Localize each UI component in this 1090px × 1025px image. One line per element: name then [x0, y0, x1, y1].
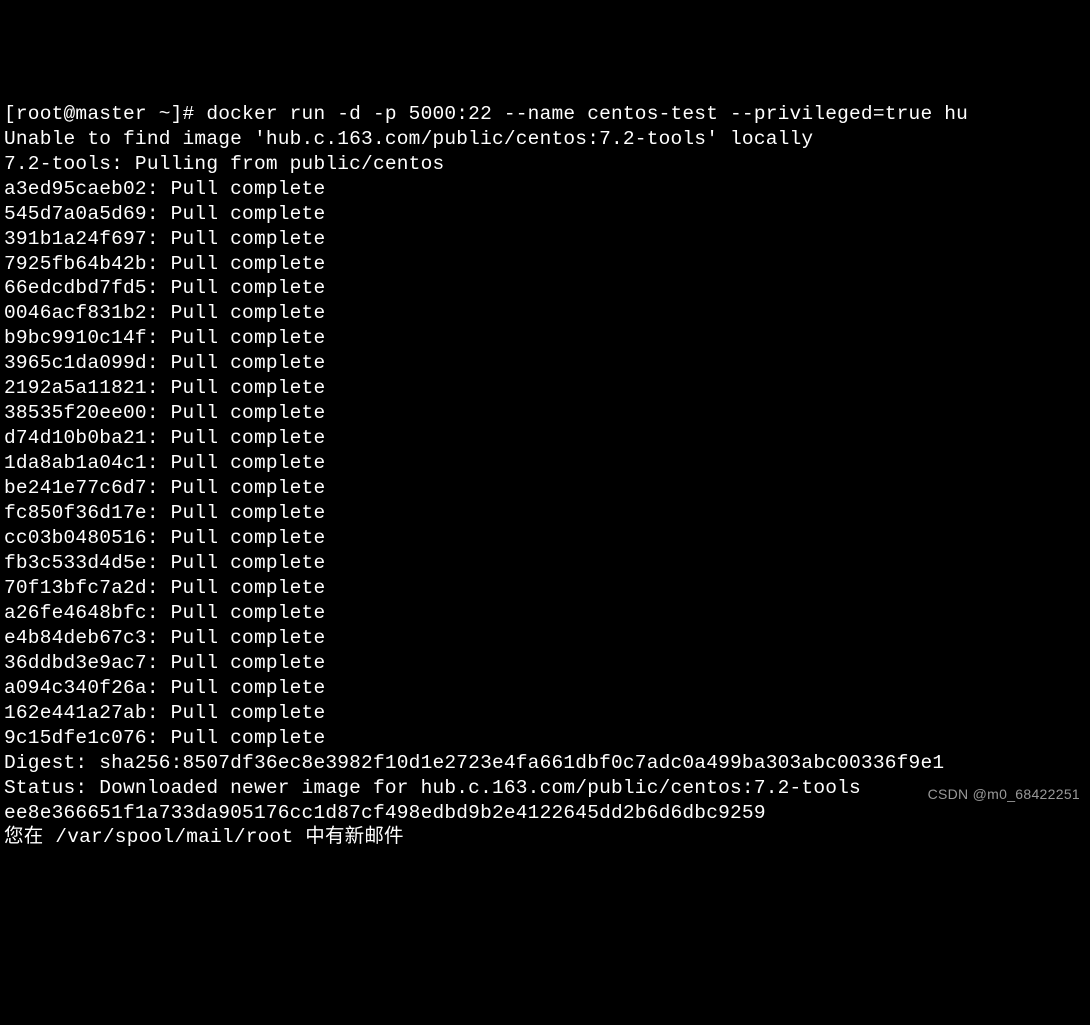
terminal-line: be241e77c6d7: Pull complete — [4, 476, 1086, 501]
terminal-line: 3965c1da099d: Pull complete — [4, 351, 1086, 376]
terminal-line: 162e441a27ab: Pull complete — [4, 701, 1086, 726]
terminal-output[interactable]: [root@master ~]# docker run -d -p 5000:2… — [4, 102, 1086, 851]
terminal-line: ee8e366651f1a733da905176cc1d87cf498edbd9… — [4, 801, 1086, 826]
terminal-line: fb3c533d4d5e: Pull complete — [4, 551, 1086, 576]
terminal-line: 2192a5a11821: Pull complete — [4, 376, 1086, 401]
terminal-line: 70f13bfc7a2d: Pull complete — [4, 576, 1086, 601]
terminal-line: Status: Downloaded newer image for hub.c… — [4, 776, 1086, 801]
terminal-line: b9bc9910c14f: Pull complete — [4, 326, 1086, 351]
terminal-line: d74d10b0ba21: Pull complete — [4, 426, 1086, 451]
terminal-line: 391b1a24f697: Pull complete — [4, 227, 1086, 252]
watermark-text: CSDN @m0_68422251 — [928, 786, 1080, 804]
terminal-line: 545d7a0a5d69: Pull complete — [4, 202, 1086, 227]
terminal-line: Unable to find image 'hub.c.163.com/publ… — [4, 127, 1086, 152]
terminal-line: 9c15dfe1c076: Pull complete — [4, 726, 1086, 751]
terminal-line: 0046acf831b2: Pull complete — [4, 301, 1086, 326]
terminal-line: 36ddbd3e9ac7: Pull complete — [4, 651, 1086, 676]
terminal-line: a26fe4648bfc: Pull complete — [4, 601, 1086, 626]
terminal-line: 7.2-tools: Pulling from public/centos — [4, 152, 1086, 177]
terminal-line: 1da8ab1a04c1: Pull complete — [4, 451, 1086, 476]
terminal-line: a094c340f26a: Pull complete — [4, 676, 1086, 701]
terminal-line: fc850f36d17e: Pull complete — [4, 501, 1086, 526]
terminal-line: 66edcdbd7fd5: Pull complete — [4, 276, 1086, 301]
terminal-line: 7925fb64b42b: Pull complete — [4, 252, 1086, 277]
terminal-line: 您在 /var/spool/mail/root 中有新邮件 — [4, 825, 1086, 850]
terminal-line: 38535f20ee00: Pull complete — [4, 401, 1086, 426]
terminal-line: e4b84deb67c3: Pull complete — [4, 626, 1086, 651]
terminal-line: cc03b0480516: Pull complete — [4, 526, 1086, 551]
terminal-line: a3ed95caeb02: Pull complete — [4, 177, 1086, 202]
terminal-line: [root@master ~]# docker run -d -p 5000:2… — [4, 102, 1086, 127]
terminal-line: Digest: sha256:8507df36ec8e3982f10d1e272… — [4, 751, 1086, 776]
